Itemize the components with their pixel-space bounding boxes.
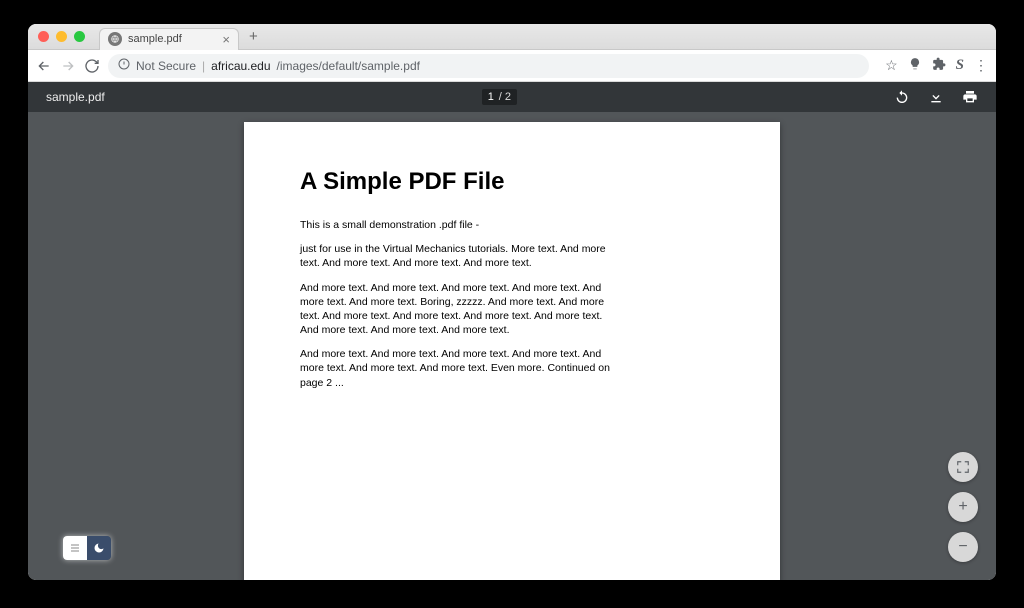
current-page-input[interactable]: 1	[488, 91, 496, 103]
dark-theme-icon[interactable]	[87, 536, 111, 560]
maximize-window-button[interactable]	[74, 31, 85, 42]
close-window-button[interactable]	[38, 31, 49, 42]
download-button[interactable]	[928, 89, 944, 105]
separator: |	[202, 59, 205, 73]
browser-menu-button[interactable]: ⋮	[974, 57, 988, 74]
new-tab-button[interactable]: +	[249, 28, 258, 45]
document-paragraph: just for use in the Virtual Mechanics tu…	[300, 242, 620, 270]
back-button[interactable]	[36, 58, 52, 74]
theme-toggle[interactable]	[63, 536, 111, 560]
zoom-controls: + −	[948, 452, 978, 562]
document-paragraph: And more text. And more text. And more t…	[300, 347, 620, 390]
print-button[interactable]	[962, 89, 978, 105]
document-title: A Simple PDF File	[300, 168, 724, 196]
extension-bulb-icon[interactable]	[908, 57, 922, 74]
url-domain: africau.edu	[211, 59, 270, 73]
page-counter[interactable]: 1 / 2	[482, 89, 517, 105]
url-path: /images/default/sample.pdf	[277, 59, 420, 73]
not-secure-icon	[118, 58, 130, 73]
globe-icon	[108, 32, 122, 46]
reload-button[interactable]	[84, 58, 100, 74]
light-theme-icon[interactable]	[63, 536, 87, 560]
bookmark-star-button[interactable]: ☆	[885, 57, 898, 74]
fit-page-button[interactable]	[948, 452, 978, 482]
page-total: / 2	[499, 91, 511, 103]
pdf-page: A Simple PDF File This is a small demons…	[244, 122, 780, 580]
pdf-filename: sample.pdf	[46, 90, 105, 104]
extensions-puzzle-icon[interactable]	[932, 57, 946, 74]
browser-toolbar: Not Secure | africau.edu/images/default/…	[28, 50, 996, 82]
document-paragraph: This is a small demonstration .pdf file …	[300, 218, 620, 232]
rotate-button[interactable]	[894, 89, 910, 105]
extension-icons: ☆ S ⋮	[885, 57, 988, 74]
close-tab-button[interactable]: ×	[222, 32, 230, 47]
zoom-in-button[interactable]: +	[948, 492, 978, 522]
traffic-lights	[38, 31, 85, 42]
pdf-toolbar: sample.pdf 1 / 2	[28, 82, 996, 112]
document-paragraph: And more text. And more text. And more t…	[300, 281, 620, 338]
browser-window: sample.pdf × + Not Secure | africau.edu/…	[28, 24, 996, 580]
tab-title: sample.pdf	[128, 33, 216, 45]
security-label: Not Secure	[136, 59, 196, 73]
forward-button[interactable]	[60, 58, 76, 74]
pdf-toolbar-actions	[894, 89, 978, 105]
extension-s-icon[interactable]: S	[956, 57, 964, 74]
browser-tab[interactable]: sample.pdf ×	[99, 28, 239, 50]
minimize-window-button[interactable]	[56, 31, 67, 42]
pdf-page-indicator: 1 / 2	[105, 89, 894, 105]
title-bar: sample.pdf × +	[28, 24, 996, 50]
pdf-viewport[interactable]: A Simple PDF File This is a small demons…	[28, 112, 996, 580]
address-bar[interactable]: Not Secure | africau.edu/images/default/…	[108, 54, 869, 78]
zoom-out-button[interactable]: −	[948, 532, 978, 562]
